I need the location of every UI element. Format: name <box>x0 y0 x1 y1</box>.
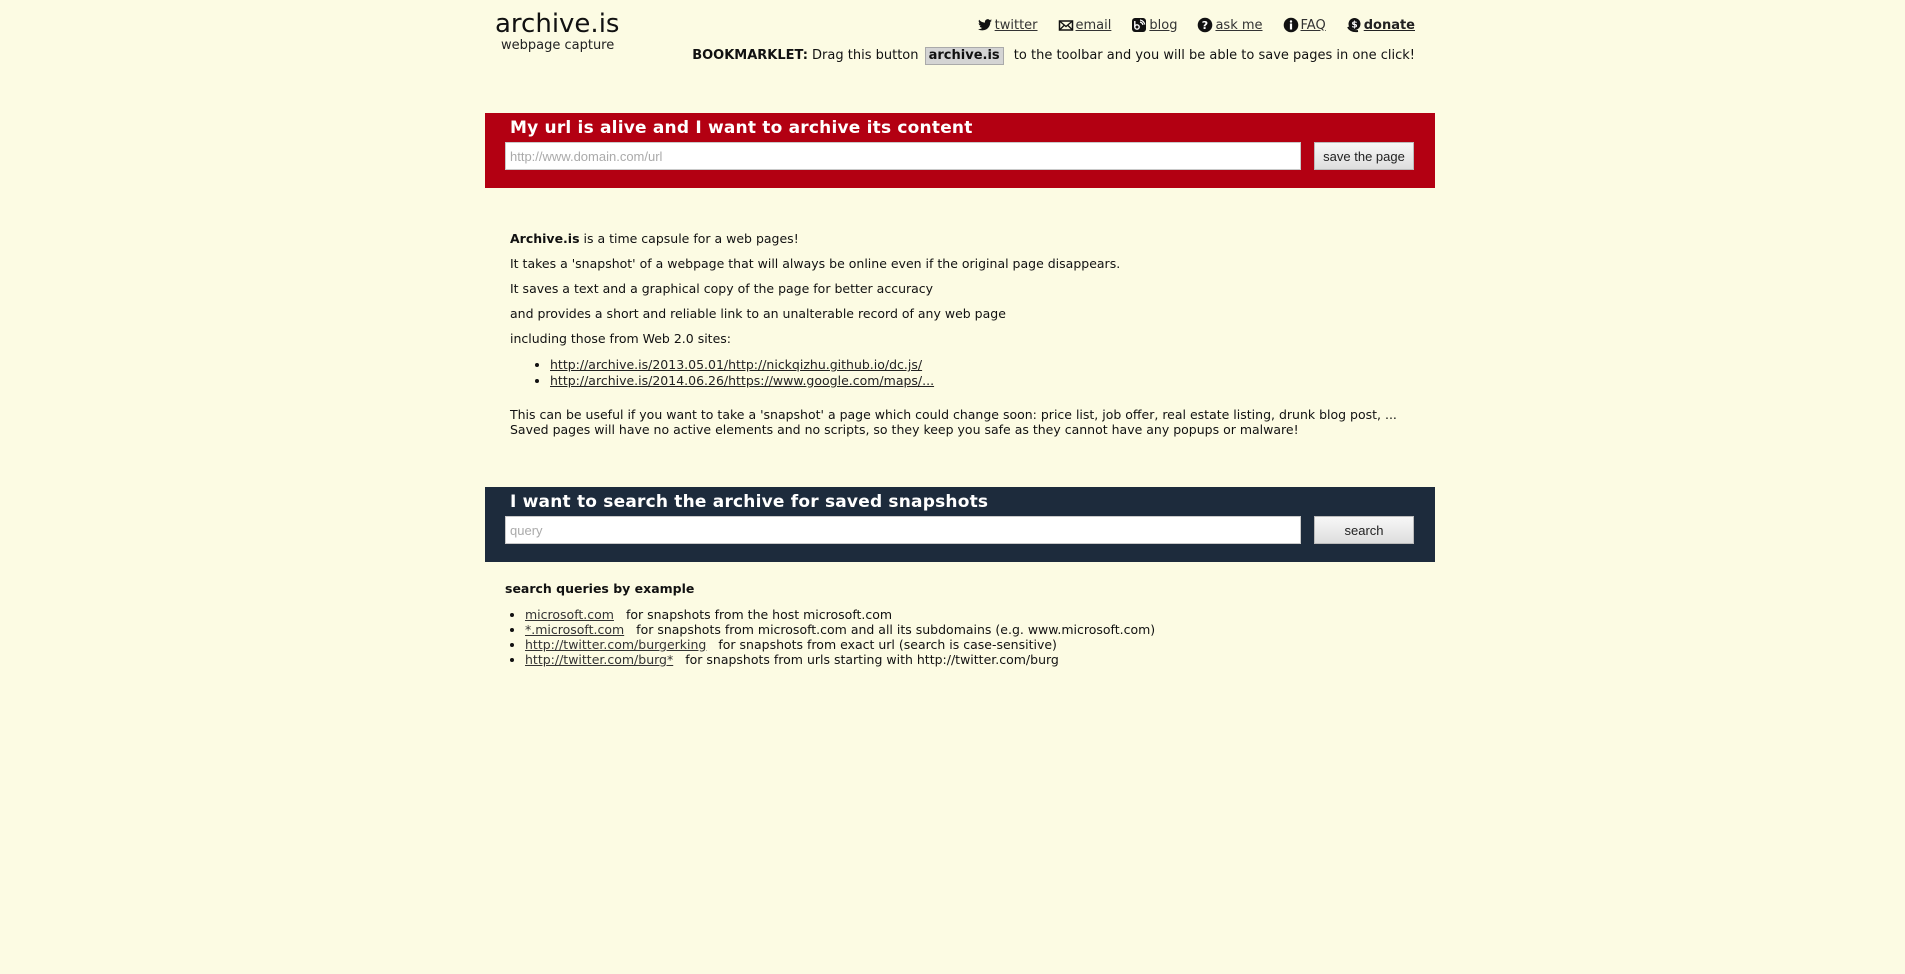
nav-donate[interactable]: $ donate <box>1346 17 1415 33</box>
desc-line-3: It saves a text and a graphical copy of … <box>510 281 934 296</box>
svg-text:?: ? <box>1202 19 1208 32</box>
note-2: Saved pages will have no active elements… <box>510 422 1299 437</box>
example-query-item: http://twitter.com/burgerking for snapsho… <box>525 637 1405 652</box>
nav-blog-link[interactable]: blog <box>1149 18 1177 33</box>
bookmarklet-line: BOOKMARKLET: Drag this button archive.is… <box>692 47 1415 65</box>
description: Archive.is is a time capsule for a web p… <box>510 231 1410 437</box>
blog-icon <box>1132 18 1147 32</box>
nav-faq-link[interactable]: FAQ <box>1301 18 1326 33</box>
bookmarklet-button[interactable]: archive.is <box>924 47 1004 65</box>
nav-ask-me-link[interactable]: ask me <box>1215 18 1262 33</box>
twitter-icon <box>977 19 992 31</box>
desc-line-5: including those from Web 2.0 sites: <box>510 331 731 346</box>
example-query-item: *.microsoft.com for snapshots from micros… <box>525 622 1405 637</box>
example-query-desc: for snapshots from microsoft.com and all… <box>636 622 1156 637</box>
top-nav: twitter email blog ? ask me FAQ $ donate <box>977 17 1415 33</box>
svg-text:$: $ <box>1351 21 1357 31</box>
examples-list: microsoft.com for snapshots from the host… <box>505 607 1405 667</box>
nav-donate-link[interactable]: donate <box>1364 18 1415 33</box>
desc-line-4: and provides a short and reliable link t… <box>510 306 1006 321</box>
logo-title[interactable]: archive.is <box>495 9 619 39</box>
example-query-desc: for snapshots from urls starting with ht… <box>685 652 1059 667</box>
search-panel-title: I want to search the archive for saved s… <box>510 492 989 512</box>
nav-ask-me[interactable]: ? ask me <box>1197 17 1263 33</box>
example-link[interactable]: http://archive.is/2014.06.26/https://www… <box>550 373 934 388</box>
examples-heading: search queries by example <box>505 581 695 596</box>
example-query-item: http://twitter.com/burg* for snapshots fr… <box>525 652 1405 667</box>
email-icon <box>1058 20 1073 31</box>
logo-subtitle: webpage capture <box>501 38 615 53</box>
desc-line-1: Archive.is is a time capsule for a web p… <box>510 231 1410 247</box>
example-query-desc: for snapshots from the host microsoft.co… <box>625 607 893 622</box>
nav-blog[interactable]: blog <box>1131 17 1177 33</box>
search-examples: search queries by example microsoft.com f… <box>505 581 1405 667</box>
example-query-link[interactable]: microsoft.com <box>525 607 614 622</box>
bookmarklet-prefix: Drag this button <box>812 48 919 63</box>
search-panel: I want to search the archive for saved s… <box>485 487 1435 562</box>
url-input[interactable] <box>505 142 1301 170</box>
save-panel-title: My url is alive and I want to archive it… <box>510 118 973 138</box>
nav-faq[interactable]: FAQ <box>1283 17 1326 33</box>
example-query-link[interactable]: http://twitter.com/burg* <box>525 652 673 667</box>
example-link[interactable]: http://archive.is/2013.05.01/http://nick… <box>550 357 922 372</box>
example-query-link[interactable]: *.microsoft.com <box>525 622 624 637</box>
info-icon <box>1283 17 1298 33</box>
search-input[interactable] <box>505 516 1301 544</box>
example-link-item: http://archive.is/2013.05.01/http://nick… <box>550 357 1410 373</box>
nav-twitter[interactable]: twitter <box>977 17 1038 33</box>
nav-email-link[interactable]: email <box>1076 18 1112 33</box>
bookmarklet-label: BOOKMARKLET: <box>692 48 808 63</box>
donate-icon: $ <box>1346 18 1361 33</box>
example-links: http://archive.is/2013.05.01/http://nick… <box>510 357 1410 389</box>
example-link-item: http://archive.is/2014.06.26/https://www… <box>550 373 1410 389</box>
brand-name: Archive.is <box>510 231 580 246</box>
question-icon: ? <box>1198 17 1213 33</box>
bookmarklet-suffix: to the toolbar and you will be able to s… <box>1013 48 1415 63</box>
desc-line-2: It takes a 'snapshot' of a webpage that … <box>510 256 1121 271</box>
example-query-link[interactable]: http://twitter.com/burgerking <box>525 637 706 652</box>
note-1: This can be useful if you want to take a… <box>510 407 1397 422</box>
nav-twitter-link[interactable]: twitter <box>995 18 1038 33</box>
save-page-button[interactable]: save the page <box>1314 142 1414 170</box>
save-panel: My url is alive and I want to archive it… <box>485 113 1435 188</box>
example-query-item: microsoft.com for snapshots from the host… <box>525 607 1405 622</box>
desc-line-1-text: is a time capsule for a web pages! <box>579 231 799 246</box>
example-query-desc: for snapshots from exact url (search is … <box>718 637 1057 652</box>
logo[interactable]: archive.is webpage capture <box>495 9 619 53</box>
search-button[interactable]: search <box>1314 516 1414 544</box>
nav-email[interactable]: email <box>1058 17 1112 33</box>
